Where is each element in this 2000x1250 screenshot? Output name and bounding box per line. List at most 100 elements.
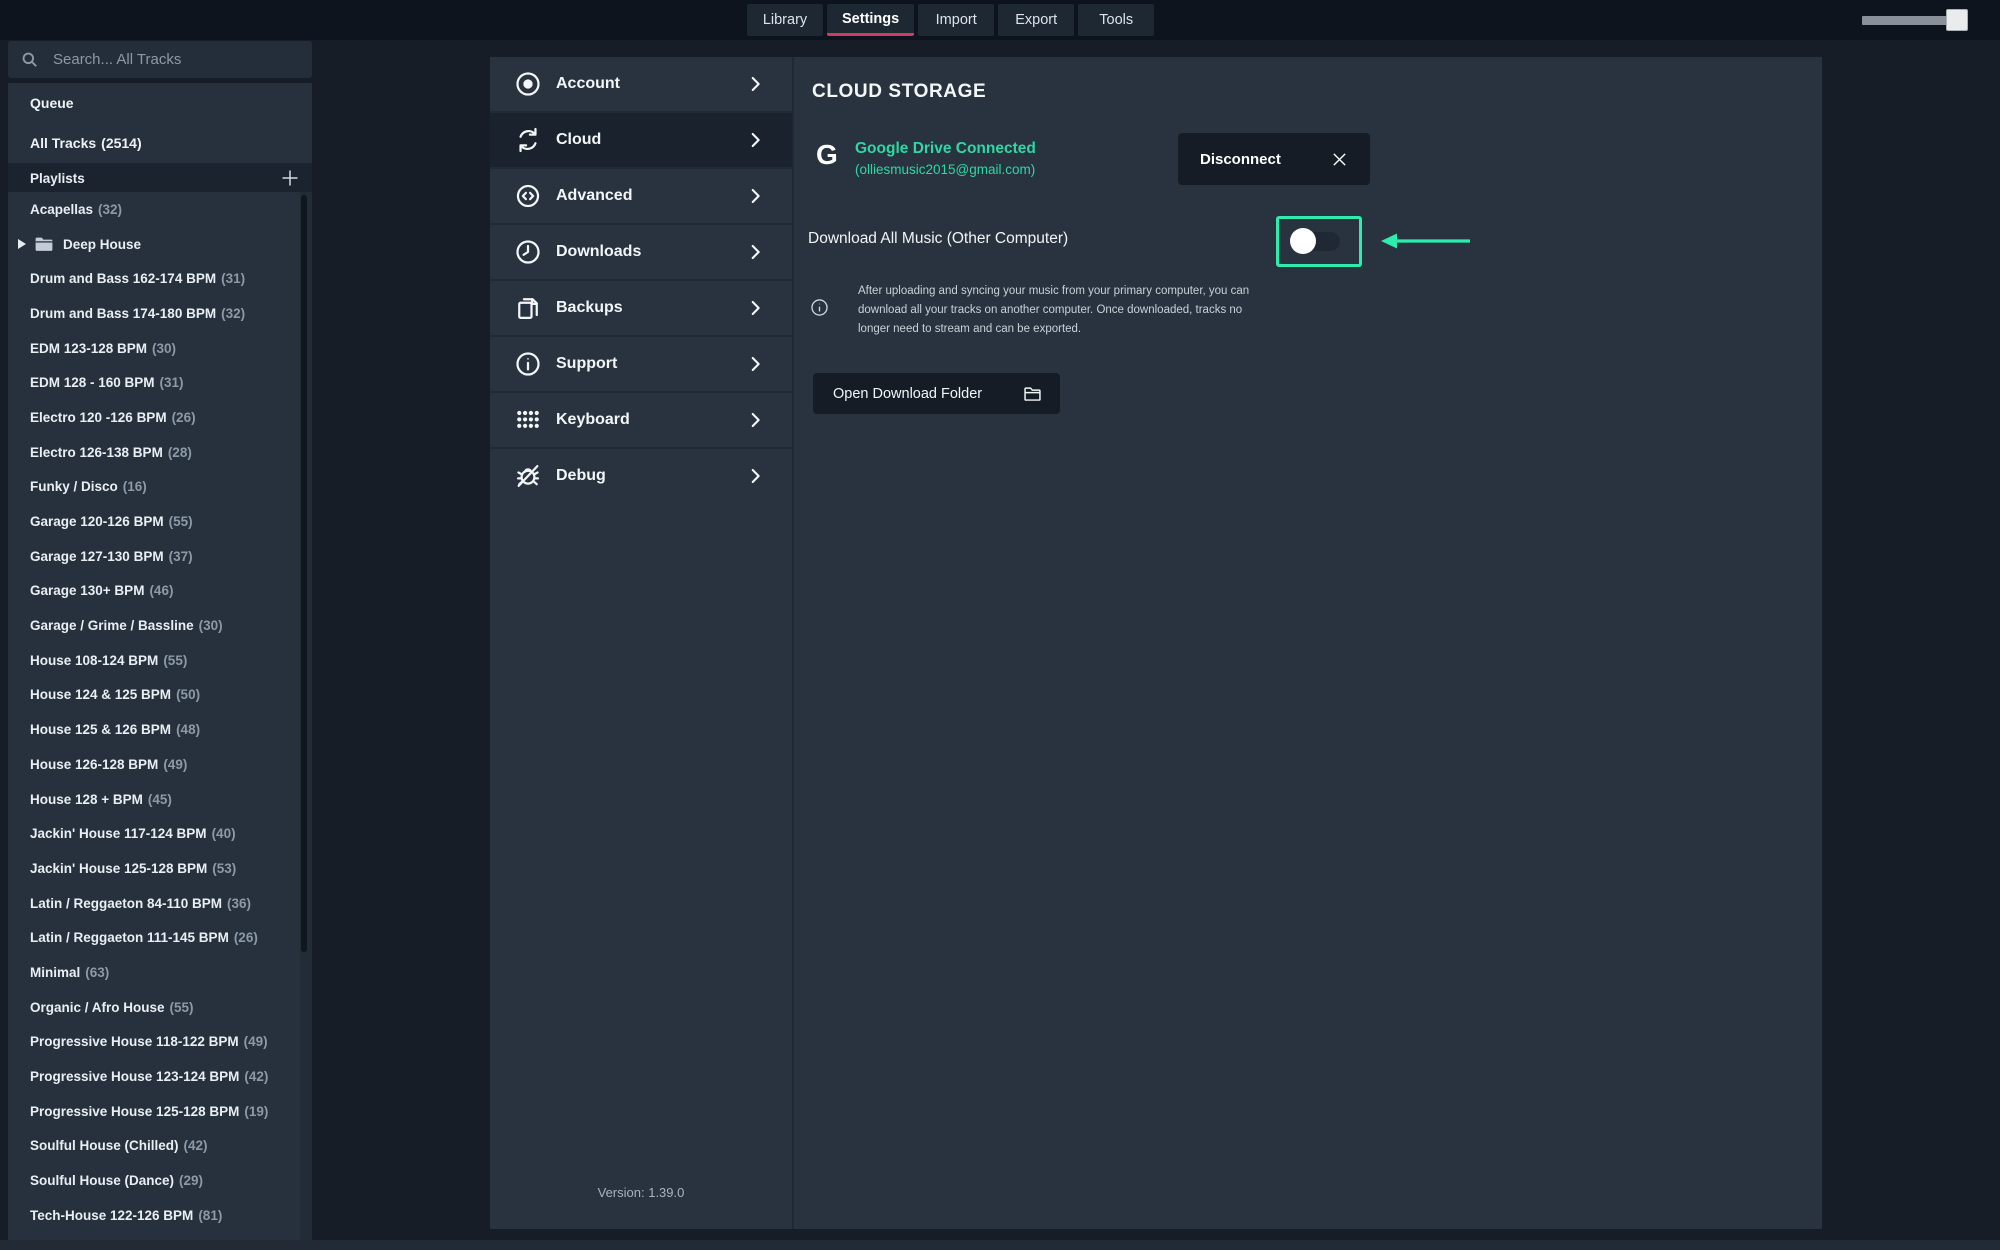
close-icon [1331, 151, 1348, 168]
playlist-item[interactable]: Garage 127-130 BPM(37) [8, 539, 300, 574]
playlist-count: (49) [244, 1034, 268, 1049]
playlist-item[interactable]: EDM 128 - 160 BPM(31) [8, 365, 300, 400]
playlist-name: EDM 123-128 BPM [30, 341, 147, 356]
playlist-count: (53) [212, 861, 236, 876]
expand-caret-icon[interactable] [18, 239, 26, 249]
tab-settings[interactable]: Settings [827, 4, 914, 36]
playlist-count: (26) [234, 930, 258, 945]
playlist-item[interactable]: Electro 126-138 BPM(28) [8, 435, 300, 470]
folder-icon [34, 236, 54, 252]
playlist-name: Jackin' House 117-124 BPM [30, 826, 207, 841]
search-icon [20, 50, 39, 69]
playlist-item[interactable]: Latin / Reggaeton 111-145 BPM(26) [8, 920, 300, 955]
playlist-item[interactable]: Jackin' House 125-128 BPM(53) [8, 851, 300, 886]
playlists-scrollbar-thumb[interactable] [301, 195, 307, 952]
playlist-item[interactable]: Progressive House 118-122 BPM(49) [8, 1025, 300, 1060]
playlist-item[interactable]: Drum and Bass 174-180 BPM(32) [8, 296, 300, 331]
playlist-item[interactable]: Garage / Grime / Bassline(30) [8, 608, 300, 643]
playlist-item[interactable]: Latin / Reggaeton 84-110 BPM(36) [8, 886, 300, 921]
playlist-item[interactable]: House 124 & 125 BPM (50) [8, 678, 300, 713]
playlist-name: Electro 120 -126 BPM [30, 410, 167, 425]
playlist-item[interactable]: Funky / Disco(16) [8, 470, 300, 505]
cloud-sync-icon [514, 126, 542, 154]
playlist-count: (31) [221, 271, 245, 286]
folder-icon [1022, 383, 1043, 404]
settings-nav-item-debug[interactable]: Debug [490, 447, 792, 503]
playlist-name: Minimal [30, 965, 80, 980]
toggle-knob [1290, 228, 1316, 254]
nav-item-label: Support [556, 355, 617, 373]
nav-item-label: Keyboard [556, 411, 630, 429]
playlist-item[interactable]: House 108-124 BPM(55) [8, 643, 300, 678]
search-input[interactable] [51, 50, 285, 69]
add-playlist-button[interactable] [280, 168, 300, 188]
settings-nav-item-keyboard[interactable]: Keyboard [490, 391, 792, 447]
all-tracks-count: (2514) [101, 135, 141, 151]
main-tabs: LibrarySettingsImportExportTools [747, 4, 1154, 36]
playlist-item[interactable]: Minimal(63) [8, 955, 300, 990]
info-text-line: download all your tracks on another comp… [858, 301, 1249, 320]
sidebar-item-queue[interactable]: Queue [8, 83, 312, 123]
settings-nav-item-account[interactable]: Account [490, 57, 792, 111]
playlist-name: Garage / Grime / Bassline [30, 618, 194, 633]
playlist-name: Deep House [63, 237, 141, 252]
account-icon [514, 70, 542, 98]
playlist-item[interactable]: Soulful House (Dance)(29) [8, 1163, 300, 1198]
playlist-count: (19) [244, 1104, 268, 1119]
chevron-right-icon [744, 185, 766, 207]
settings-nav-item-cloud[interactable]: Cloud [490, 111, 792, 167]
playlist-count: (16) [123, 479, 147, 494]
playlists-title: Playlists [8, 171, 85, 186]
playlist-count: (50) [176, 687, 200, 702]
search-box[interactable] [8, 41, 312, 78]
playlist-count: (55) [170, 1000, 194, 1015]
playlist-name: House 124 & 125 BPM [30, 687, 171, 702]
settings-nav-item-backups[interactable]: Backups [490, 279, 792, 335]
tab-export[interactable]: Export [998, 4, 1074, 36]
tab-library[interactable]: Library [747, 4, 823, 36]
sidebar-item-all-tracks[interactable]: All Tracks (2514) [8, 123, 312, 163]
playlist-count: (45) [148, 792, 172, 807]
open-download-folder-button[interactable]: Open Download Folder [813, 373, 1060, 414]
settings-nav-item-support[interactable]: Support [490, 335, 792, 391]
playlist-item[interactable]: House 128 + BPM(45) [8, 782, 300, 817]
disconnect-button[interactable]: Disconnect [1178, 133, 1370, 185]
playlist-count: (81) [198, 1208, 222, 1223]
playlist-item[interactable]: Progressive House 123-124 BPM(42) [8, 1059, 300, 1094]
chevron-right-icon [744, 465, 766, 487]
settings-panel: AccountCloud Advanced DownloadsBackups Supp… [490, 57, 1822, 1229]
playlist-folder[interactable]: Deep House [8, 227, 300, 262]
playlist-item[interactable]: Progressive House 125-128 BPM(19) [8, 1094, 300, 1129]
playlist-name: House 125 & 126 BPM [30, 722, 171, 737]
download-all-music-toggle[interactable] [1293, 232, 1340, 251]
nav-item-label: Advanced [556, 187, 632, 205]
download-info-text: After uploading and syncing your music f… [858, 282, 1249, 339]
playlist-item[interactable]: Drum and Bass 162-174 BPM(31) [8, 261, 300, 296]
playlist-item[interactable]: Organic / Afro House(55) [8, 990, 300, 1025]
playlist-item[interactable]: Electro 120 -126 BPM(26) [8, 400, 300, 435]
playlist-item[interactable]: House 125 & 126 BPM(48) [8, 712, 300, 747]
info-text-line: longer need to stream and can be exporte… [858, 320, 1249, 339]
playlist-item[interactable]: Tech-House 122-126 BPM (81) [8, 1198, 300, 1233]
playlist-name: Soulful House (Dance) [30, 1173, 174, 1188]
tab-import[interactable]: Import [918, 4, 994, 36]
settings-nav-item-advanced[interactable]: Advanced [490, 167, 792, 223]
chevron-right-icon [744, 129, 766, 151]
playlist-item[interactable]: Acapellas(32) [8, 192, 300, 227]
info-circle-icon [514, 350, 542, 378]
playlist-item[interactable]: House 126-128 BPM(49) [8, 747, 300, 782]
playlists-header: Playlists [8, 163, 312, 193]
topbar-slider-thumb[interactable] [1946, 9, 1968, 31]
playlist-item[interactable]: Garage 130+ BPM(46) [8, 574, 300, 609]
chevron-right-icon [744, 73, 766, 95]
playlist-name: House 108-124 BPM [30, 653, 158, 668]
settings-nav-item-downloads[interactable]: Downloads [490, 223, 792, 279]
tab-tools[interactable]: Tools [1078, 4, 1154, 36]
playlist-item[interactable]: Soulful House (Chilled)(42) [8, 1129, 300, 1164]
playlist-item[interactable]: EDM 123-128 BPM(30) [8, 331, 300, 366]
playlist-name: Tech-House 122-126 BPM [30, 1208, 193, 1223]
playlist-item[interactable]: Garage 120-126 BPM(55) [8, 504, 300, 539]
settings-nav: AccountCloud Advanced DownloadsBackups Supp… [490, 57, 792, 1229]
playlist-item[interactable]: Jackin' House 117-124 BPM(40) [8, 816, 300, 851]
google-drive-status: Google Drive Connected [855, 140, 1036, 158]
